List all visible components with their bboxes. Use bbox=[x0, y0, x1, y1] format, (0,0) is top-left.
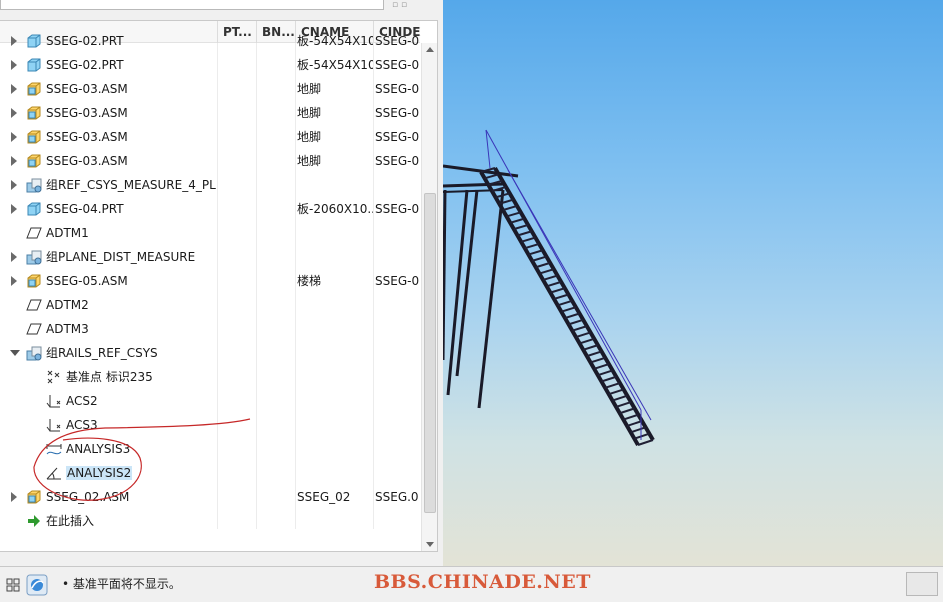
staircase-model bbox=[441, 129, 655, 446]
status-bar: • 基准平面将不显示。 BBS.CHINADE.NET bbox=[0, 566, 943, 602]
browser-globe-icon[interactable] bbox=[26, 574, 48, 596]
3d-graphics-viewport[interactable] bbox=[441, 0, 943, 566]
model-tree-panel: ▫ ▫ PT... BN... CNAME CINDEX SSEG-02.PRT… bbox=[0, 0, 440, 566]
red-annotation-circle bbox=[33, 418, 251, 501]
layout-grid-icon[interactable] bbox=[3, 574, 25, 596]
watermark-text: BBS.CHINADE.NET bbox=[374, 571, 591, 593]
status-message: • 基准平面将不显示。 bbox=[62, 577, 181, 591]
selection-filter-dropdown[interactable] bbox=[906, 572, 938, 596]
